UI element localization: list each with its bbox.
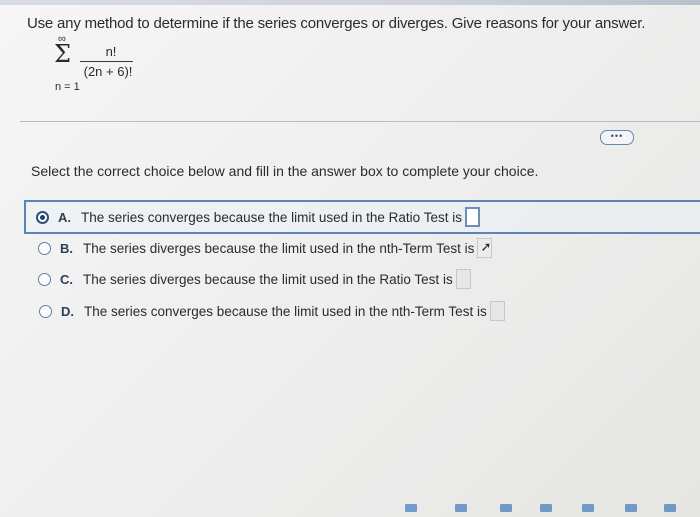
pointer-cursor-icon: ➚ (480, 239, 492, 254)
summation-sigma: Σ (54, 40, 71, 68)
choice-d-answer-box[interactable] (489, 301, 505, 321)
fraction-tool-icon[interactable] (405, 504, 417, 512)
choice-c[interactable]: C. The series diverges because the limit… (38, 268, 471, 290)
choice-c-letter: C. (60, 271, 73, 287)
series-denominator: (2n + 6)! (83, 64, 133, 79)
parentheses-tool-icon[interactable] (664, 504, 676, 512)
series-numerator: n! (105, 44, 117, 59)
choice-b-text: The series diverges because the limit us… (83, 240, 475, 256)
nth-root-tool-icon[interactable] (625, 504, 637, 512)
question-prompt: Use any method to determine if the serie… (27, 15, 646, 32)
section-divider (20, 121, 700, 122)
choice-c-answer-box[interactable] (455, 269, 471, 289)
choice-d-text: The series converges because the limit u… (84, 303, 487, 319)
radio-b[interactable] (38, 241, 51, 255)
fraction-bar (80, 61, 133, 62)
choice-a[interactable]: A. The series converges because the limi… (36, 206, 480, 228)
more-options-button[interactable]: ••• (600, 130, 634, 145)
choice-b[interactable]: B. The series diverges because the limit… (38, 237, 493, 259)
absolute-value-tool-icon[interactable] (540, 504, 552, 512)
instruction-text: Select the correct choice below and fill… (31, 163, 539, 179)
choice-b-letter: B. (60, 240, 73, 256)
choice-d[interactable]: D. The series converges because the limi… (39, 300, 505, 322)
series-lower-limit: n = 1 (55, 81, 80, 93)
top-edge-strip (0, 0, 700, 5)
radio-c[interactable] (38, 272, 51, 286)
choice-a-letter: A. (58, 209, 71, 225)
choice-b-answer-box[interactable]: ➚ (477, 238, 493, 258)
radio-d[interactable] (39, 304, 52, 318)
choice-c-text: The series diverges because the limit us… (83, 271, 453, 287)
choice-d-letter: D. (61, 303, 74, 319)
mixed-number-tool-icon[interactable] (455, 504, 467, 512)
root-tool-icon[interactable] (582, 504, 594, 512)
choice-a-text: The series converges because the limit u… (81, 209, 462, 225)
radio-a-selected[interactable] (36, 210, 49, 224)
choice-a-answer-box[interactable] (464, 207, 480, 227)
exponent-tool-icon[interactable] (500, 504, 512, 512)
